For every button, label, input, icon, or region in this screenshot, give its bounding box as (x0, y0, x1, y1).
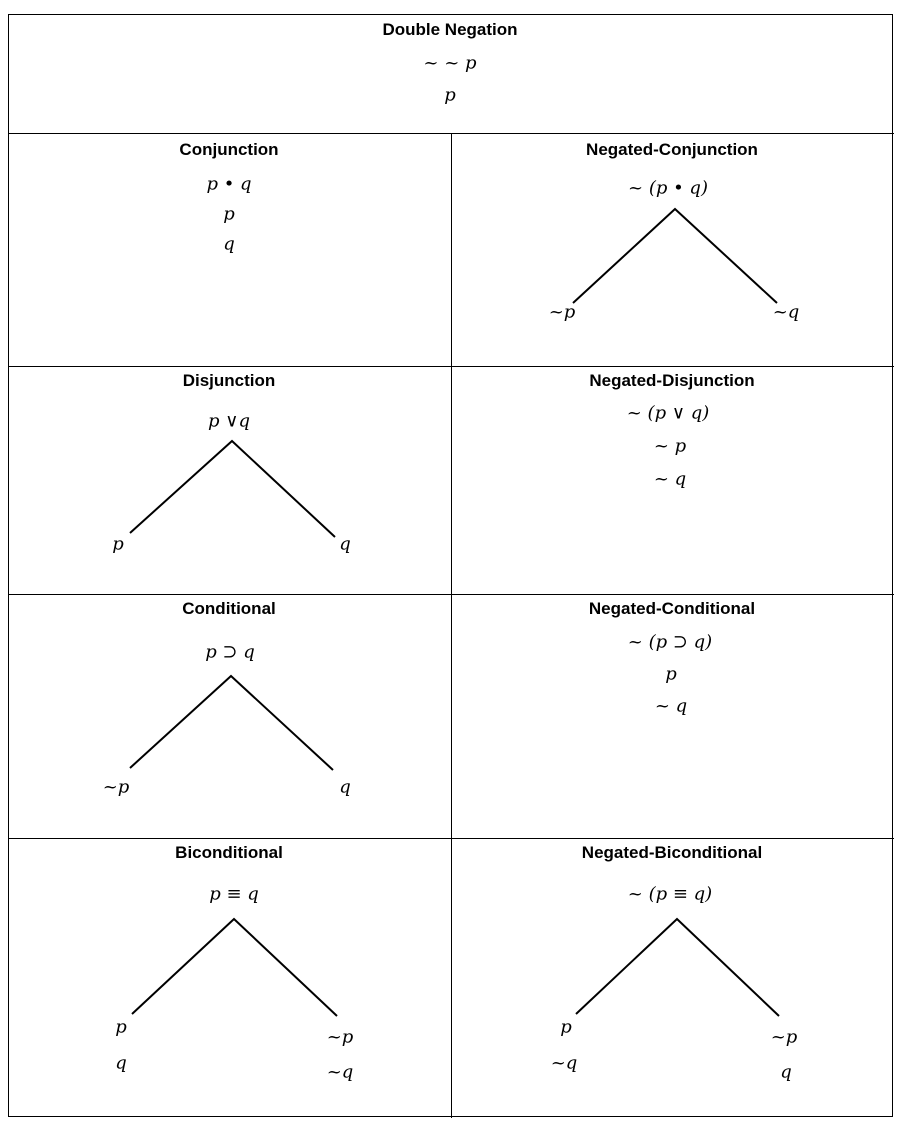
disjunction-branches (129, 439, 336, 538)
root-formula: ~ (p • q) (628, 177, 708, 199)
left-branch-formula: p (112, 533, 124, 555)
conditional-branches (129, 674, 334, 771)
formula: ~ (p ∨ q) (626, 402, 710, 424)
right-branch-formula: ~q (772, 301, 800, 323)
right-branch-formula: q (339, 533, 351, 555)
formula: p • q (206, 173, 252, 195)
root-formula: p ∨q (208, 410, 250, 432)
left-branch-formula: ~q (550, 1052, 578, 1074)
left-branch-formula: ~p (548, 301, 576, 323)
root-formula: p ⊃ q (205, 641, 255, 663)
formula: ~ ~ p (423, 52, 477, 74)
conjunction-title: Conjunction (179, 140, 279, 159)
formula: q (223, 233, 235, 255)
negated-biconditional-branches (575, 917, 780, 1017)
negated-disjunction-title: Negated-Disjunction (589, 371, 755, 390)
formula: p (223, 203, 235, 225)
negated-conjunction-title: Negated-Conjunction (586, 140, 758, 159)
double-negation-title: Double Negation (382, 20, 518, 39)
left-branch-formula: q (115, 1052, 127, 1074)
negated-biconditional-title: Negated-Biconditional (581, 843, 763, 862)
formula: ~ q (654, 695, 688, 717)
formula: ~ (p ⊃ q) (627, 631, 713, 653)
formula: ~ p (653, 435, 687, 457)
negated-conditional-title: Negated-Conditional (588, 599, 756, 618)
biconditional-branches (131, 917, 338, 1017)
right-branch-formula: ~p (770, 1026, 798, 1048)
formula: ~ q (653, 468, 687, 490)
right-branch-formula: q (780, 1061, 792, 1083)
formula: p (444, 84, 456, 106)
left-branch-formula: p (115, 1016, 127, 1038)
root-formula: ~ (p ≡ q) (627, 883, 713, 905)
root-formula: p ≡ q (209, 883, 259, 905)
left-branch-formula: ~p (102, 776, 130, 798)
negated-conjunction-branches (572, 207, 778, 304)
biconditional-title: Biconditional (175, 843, 283, 862)
conditional-title: Conditional (182, 599, 276, 618)
right-branch-formula: ~q (326, 1061, 354, 1083)
left-branch-formula: p (560, 1016, 572, 1038)
right-branch-formula: q (339, 776, 351, 798)
right-branch-formula: ~p (326, 1026, 354, 1048)
formula: p (665, 663, 677, 685)
disjunction-title: Disjunction (182, 371, 276, 390)
tree-branches (129, 207, 780, 1017)
